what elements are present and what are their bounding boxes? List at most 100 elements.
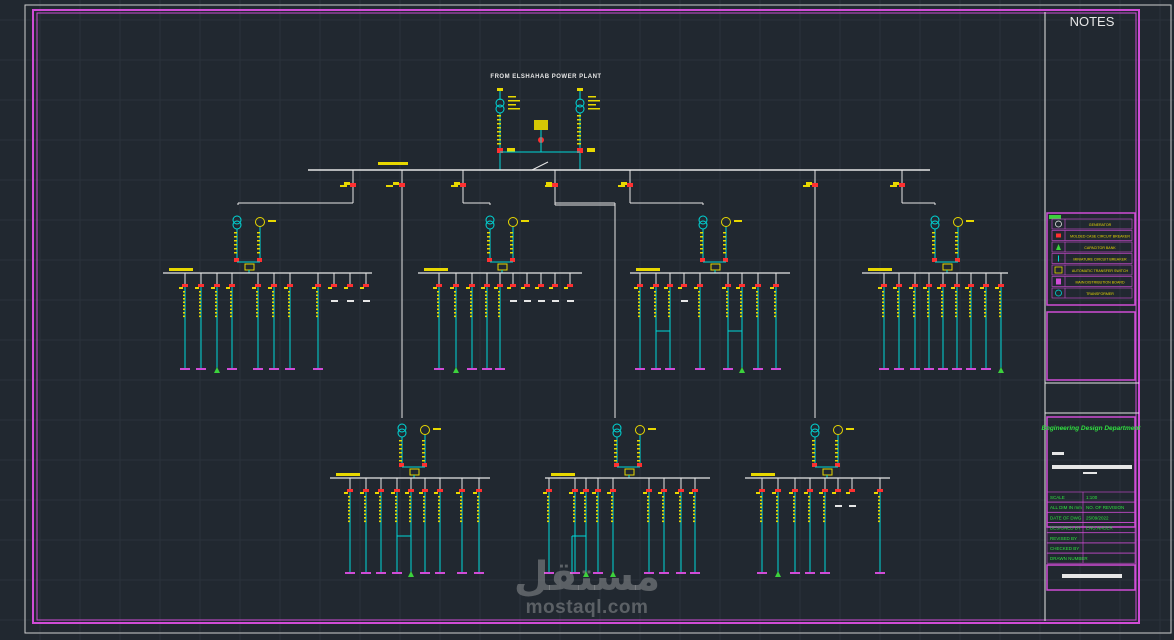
generator-icon xyxy=(420,425,430,435)
legend-label: MINIATURE CIRCUIT BREAKER xyxy=(1073,258,1127,262)
mcb-icon xyxy=(896,284,902,287)
load-terminal xyxy=(938,368,948,370)
outgoing-circuit xyxy=(634,273,645,370)
breaker-icon xyxy=(350,183,356,187)
load-terminal xyxy=(695,368,705,370)
load-terminal xyxy=(875,572,885,574)
mcb-icon xyxy=(552,284,558,287)
legend-label: CAPACITOR BANK xyxy=(1084,246,1116,250)
mcb-icon xyxy=(775,489,781,492)
load-terminal xyxy=(253,368,263,370)
load-terminal xyxy=(723,368,733,370)
mcb-icon xyxy=(653,284,659,287)
mcb-icon xyxy=(572,489,578,492)
outgoing-circuit xyxy=(756,478,767,574)
mcb-icon xyxy=(940,284,946,287)
mcb-icon xyxy=(287,284,293,287)
outgoing-circuit xyxy=(772,478,781,577)
title-block-label: DRAWN NUMBER xyxy=(1050,556,1088,561)
load-terminal xyxy=(805,572,815,574)
mcb-icon xyxy=(954,284,960,287)
load-terminal xyxy=(757,572,767,574)
capacitor-icon xyxy=(739,367,745,373)
ats-icon xyxy=(710,263,721,271)
title-block-value: ENG.NADER xyxy=(1086,526,1114,531)
load-terminal xyxy=(676,572,686,574)
outgoing-circuit xyxy=(752,273,763,370)
spare-way xyxy=(567,300,574,302)
watermark-latin: mostaql.com xyxy=(525,597,649,618)
mcb-icon xyxy=(198,284,204,287)
mcb-icon xyxy=(822,489,828,492)
sub-distribution-board xyxy=(163,215,372,373)
load-terminal xyxy=(665,368,675,370)
mcb-icon xyxy=(538,284,544,287)
capacitor-icon xyxy=(998,367,1004,373)
load-terminal xyxy=(966,368,976,370)
ats-icon xyxy=(822,468,833,476)
mcb-icon xyxy=(646,489,652,492)
ats-icon xyxy=(942,263,953,271)
mcb-icon xyxy=(759,489,765,492)
spare-way xyxy=(835,505,842,507)
mcb-icon xyxy=(739,284,745,287)
mcb-icon xyxy=(436,284,442,287)
mcb-icon xyxy=(773,284,779,287)
mcb-icon xyxy=(347,284,353,287)
main-feeder xyxy=(393,170,405,418)
incomer-feeder xyxy=(575,88,600,153)
mcb-icon xyxy=(546,489,552,492)
outgoing-circuit xyxy=(804,478,815,574)
title-block-value: NO. OF REVISION xyxy=(1086,505,1124,510)
legend-label: MOLDED CASE CIRCUIT BREAKER xyxy=(1070,235,1130,239)
spare-way xyxy=(524,300,531,302)
main-feeder xyxy=(237,170,356,205)
mcb-icon xyxy=(459,489,465,492)
mcb-icon xyxy=(725,284,731,287)
outgoing-circuit xyxy=(535,273,545,302)
generator-icon xyxy=(1055,220,1062,228)
outgoing-circuit xyxy=(284,273,295,370)
spare-way xyxy=(849,505,856,507)
outgoing-circuit xyxy=(694,273,705,370)
outgoing-circuit xyxy=(846,478,856,507)
breaker-icon xyxy=(487,258,492,262)
load-terminal xyxy=(361,572,371,574)
capacitor-icon xyxy=(775,571,781,577)
outgoing-circuit xyxy=(328,273,338,302)
outgoing-circuit xyxy=(375,478,386,574)
ats-icon xyxy=(497,263,508,271)
breaker-icon xyxy=(899,183,905,187)
mcb-icon xyxy=(510,284,516,287)
load-terminal xyxy=(924,368,934,370)
mcb-icon xyxy=(681,284,687,287)
title-block-label: DATE OF DWG xyxy=(1050,515,1082,520)
mcb-icon xyxy=(408,489,414,492)
title-block-label: CHECKED BY xyxy=(1050,546,1079,551)
breaker-icon xyxy=(614,463,619,467)
spare-way xyxy=(510,300,517,302)
outgoing-circuit xyxy=(312,273,323,370)
load-terminal xyxy=(820,572,830,574)
outgoing-circuit xyxy=(893,273,904,370)
mcb-icon xyxy=(497,284,503,287)
load-terminal xyxy=(435,572,445,574)
outgoing-circuit xyxy=(655,273,675,370)
outgoing-circuit xyxy=(344,273,354,302)
outgoing-circuit xyxy=(494,273,505,370)
outgoing-circuit xyxy=(481,273,492,370)
outgoing-circuit xyxy=(923,273,934,370)
outgoing-circuit xyxy=(226,273,237,370)
outgoing-circuit xyxy=(268,273,279,370)
incomer-feeder xyxy=(495,88,520,153)
load-terminal xyxy=(376,572,386,574)
outgoing-circuit xyxy=(360,273,370,302)
load-terminal xyxy=(771,368,781,370)
load-terminal xyxy=(790,572,800,574)
mcb-icon xyxy=(595,489,601,492)
outgoing-circuit xyxy=(456,478,467,574)
outgoing-circuit xyxy=(819,478,830,574)
load-terminal xyxy=(467,368,477,370)
outgoing-circuit xyxy=(252,273,263,370)
mcb-icon xyxy=(881,284,887,287)
